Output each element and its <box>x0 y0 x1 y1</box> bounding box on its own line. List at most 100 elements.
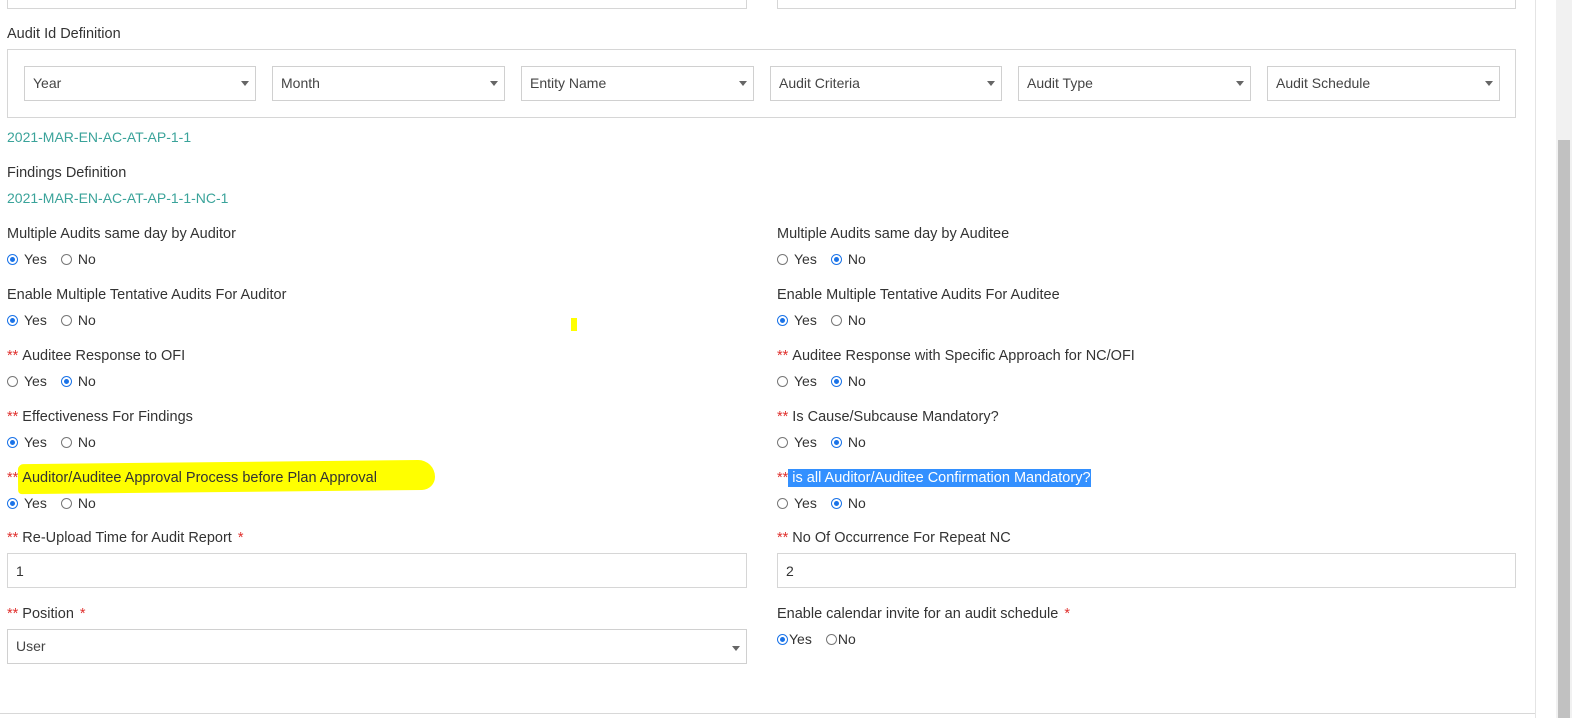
radio-checked-icon[interactable] <box>7 497 18 509</box>
response-specific-yes[interactable]: Yes <box>777 373 817 389</box>
yes-label: Yes <box>24 312 47 328</box>
no-label: No <box>77 312 96 328</box>
radio-unchecked-icon[interactable] <box>825 633 837 645</box>
year-select-label: Year <box>33 75 62 91</box>
month-select-label: Month <box>281 75 320 91</box>
position-select[interactable]: User <box>7 629 747 664</box>
confirmation-mandatory-no[interactable]: No <box>830 495 866 511</box>
double-star: ** <box>7 470 19 486</box>
findings-title: Findings Definition <box>7 165 127 181</box>
response-ofi-yes[interactable]: Yes <box>7 373 47 389</box>
approval-process-no[interactable]: No <box>60 495 96 511</box>
double-star: ** <box>7 606 19 622</box>
no-label: No <box>77 251 96 267</box>
effectiveness-text: Effectiveness For Findings <box>22 409 193 425</box>
chevron-down-icon <box>1236 81 1244 86</box>
tentative-auditor-yes[interactable]: Yes <box>7 312 47 328</box>
calendar-invite-yes[interactable]: Yes <box>777 631 812 647</box>
no-label: No <box>847 434 866 450</box>
tentative-auditor-no[interactable]: No <box>60 312 96 328</box>
radio-unchecked-icon[interactable] <box>777 436 788 448</box>
yellow-mark <box>571 318 577 331</box>
multi-audits-auditee-radios: Yes No <box>777 251 880 267</box>
radio-checked-icon[interactable] <box>830 375 842 387</box>
audit-type-select[interactable]: Audit Type <box>1018 66 1251 101</box>
year-select[interactable]: Year <box>24 66 256 101</box>
effectiveness-no[interactable]: No <box>60 434 96 450</box>
scrollbar-thumb[interactable] <box>1558 140 1570 718</box>
reupload-time-input[interactable]: 1 <box>7 553 747 588</box>
multi-audits-auditor-no[interactable]: No <box>60 251 96 267</box>
approval-process-radios: Yes No <box>7 495 110 511</box>
radio-unchecked-icon[interactable] <box>60 497 72 509</box>
radio-unchecked-icon[interactable] <box>60 253 72 265</box>
radio-unchecked-icon[interactable] <box>7 375 18 387</box>
double-star: ** <box>777 409 789 425</box>
panel-right-border <box>1535 0 1536 718</box>
response-ofi-no[interactable]: No <box>60 373 96 389</box>
repeat-nc-label: ** No Of Occurrence For Repeat NC <box>777 530 1011 546</box>
effectiveness-radios: Yes No <box>7 434 110 450</box>
tentative-auditee-label: Enable Multiple Tentative Audits For Aud… <box>777 287 1060 303</box>
radio-checked-icon[interactable] <box>830 436 842 448</box>
response-specific-no[interactable]: No <box>830 373 866 389</box>
radio-checked-icon[interactable] <box>777 314 788 326</box>
top-input-right[interactable] <box>777 0 1516 9</box>
radio-checked-icon[interactable] <box>60 375 72 387</box>
entity-name-select-label: Entity Name <box>530 75 607 91</box>
radio-unchecked-icon[interactable] <box>777 497 788 509</box>
audit-criteria-select[interactable]: Audit Criteria <box>770 66 1002 101</box>
response-ofi-label: ** Auditee Response to OFI <box>7 348 185 364</box>
radio-checked-icon[interactable] <box>830 253 842 265</box>
audit-schedule-select[interactable]: Audit Schedule <box>1267 66 1500 101</box>
response-ofi-text: Auditee Response to OFI <box>22 348 186 364</box>
month-select[interactable]: Month <box>272 66 505 101</box>
radio-checked-icon[interactable] <box>7 253 18 265</box>
no-label: No <box>77 495 96 511</box>
multi-audits-auditor-yes[interactable]: Yes <box>7 251 47 267</box>
approval-process-yes[interactable]: Yes <box>7 495 47 511</box>
chevron-down-icon <box>490 81 498 86</box>
calendar-invite-no[interactable]: No <box>825 631 856 647</box>
yes-label: Yes <box>24 251 47 267</box>
radio-unchecked-icon[interactable] <box>777 375 788 387</box>
top-input-left[interactable] <box>7 0 747 9</box>
position-label: ** Position * <box>7 606 86 622</box>
radio-checked-icon[interactable] <box>830 497 842 509</box>
chevron-down-icon <box>241 81 249 86</box>
chevron-down-icon <box>987 81 995 86</box>
repeat-nc-input[interactable]: 2 <box>777 553 1516 588</box>
multi-audits-auditee-yes[interactable]: Yes <box>777 251 817 267</box>
no-label: No <box>847 495 866 511</box>
confirmation-mandatory-label: ** is all Auditor/Auditee Confirmation Ma… <box>777 469 1091 487</box>
yes-label: Yes <box>24 373 47 389</box>
cause-mandatory-yes[interactable]: Yes <box>777 434 817 450</box>
tentative-auditee-no[interactable]: No <box>830 312 866 328</box>
cause-mandatory-no[interactable]: No <box>830 434 866 450</box>
tentative-auditor-radios: Yes No <box>7 312 110 328</box>
tentative-auditee-yes[interactable]: Yes <box>777 312 817 328</box>
radio-unchecked-icon[interactable] <box>60 314 72 326</box>
double-star: ** <box>777 348 789 364</box>
yes-label: Yes <box>24 434 47 450</box>
position-text: Position <box>22 606 74 622</box>
confirmation-mandatory-yes[interactable]: Yes <box>777 495 817 511</box>
multi-audits-auditee-no[interactable]: No <box>830 251 866 267</box>
audit-id-title: Audit Id Definition <box>7 26 121 42</box>
cause-mandatory-text: Is Cause/Subcause Mandatory? <box>792 409 999 425</box>
radio-checked-icon[interactable] <box>7 436 18 448</box>
required-star: * <box>1064 606 1070 622</box>
no-label: No <box>77 434 96 450</box>
yes-label: Yes <box>794 373 817 389</box>
chevron-down-icon <box>732 646 740 651</box>
calendar-invite-text: Enable calendar invite for an audit sche… <box>777 606 1059 622</box>
radio-checked-icon[interactable] <box>777 633 788 645</box>
yes-label: Yes <box>24 495 47 511</box>
repeat-nc-text: No Of Occurrence For Repeat NC <box>792 530 1011 546</box>
radio-unchecked-icon[interactable] <box>60 436 72 448</box>
radio-unchecked-icon[interactable] <box>830 314 842 326</box>
radio-unchecked-icon[interactable] <box>777 253 788 265</box>
effectiveness-yes[interactable]: Yes <box>7 434 47 450</box>
radio-checked-icon[interactable] <box>7 314 18 326</box>
entity-name-select[interactable]: Entity Name <box>521 66 754 101</box>
